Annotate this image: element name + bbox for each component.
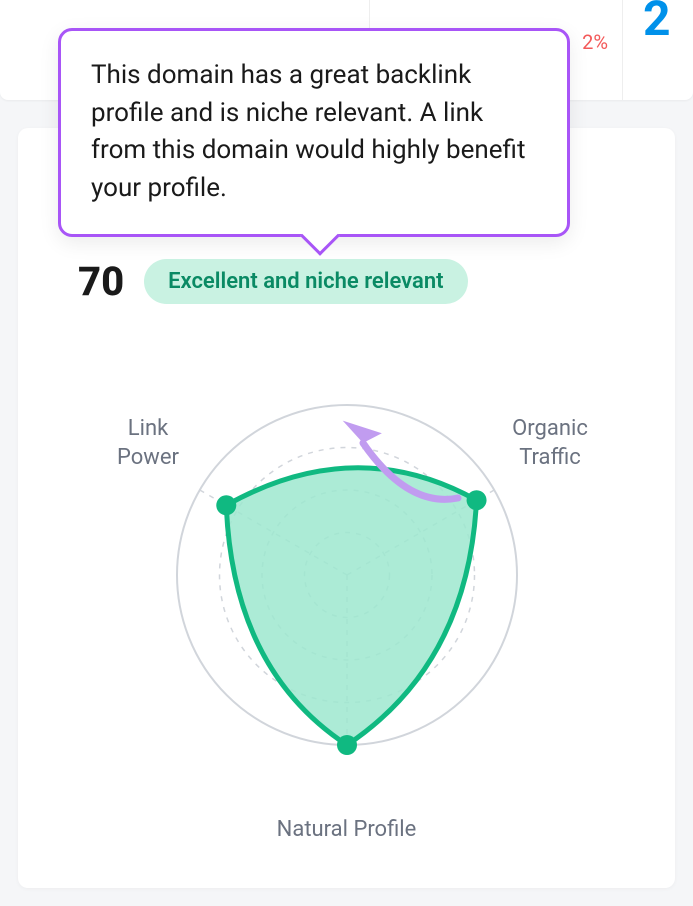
tooltip-text: This domain has a great backlink profile…	[91, 57, 537, 208]
score-card: 70 Excellent and niche relevant LinkPowe…	[18, 128, 675, 888]
axis-label-natural-profile: Natural Profile	[247, 816, 447, 845]
axis-label-organic-traffic: OrganicTraffic	[500, 415, 600, 472]
axis-label-link-power: LinkPower	[98, 415, 198, 472]
top-card-3: 2	[623, 0, 693, 100]
percent-change: 2%	[582, 30, 608, 54]
annotation-arrow-icon	[328, 418, 468, 522]
partial-number: 2	[643, 0, 671, 47]
score-header: 70 Excellent and niche relevant	[38, 258, 655, 305]
score-badge[interactable]: Excellent and niche relevant	[144, 259, 467, 304]
info-tooltip: This domain has a great backlink profile…	[58, 28, 570, 237]
score-value: 70	[78, 258, 124, 305]
